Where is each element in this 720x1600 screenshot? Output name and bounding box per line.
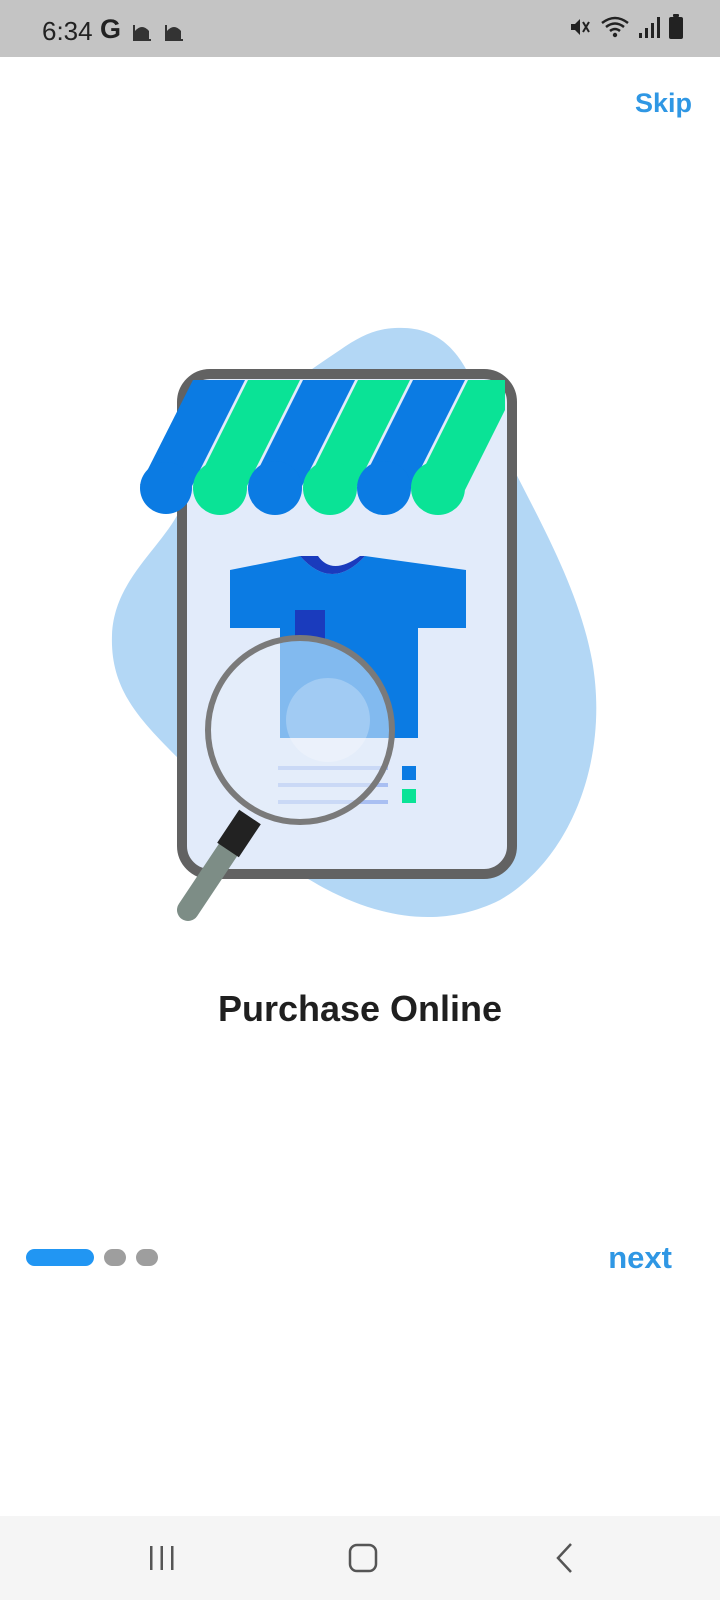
status-bar: 6:34 G bbox=[0, 0, 720, 57]
battery-icon bbox=[669, 14, 683, 39]
page-dot-active bbox=[26, 1249, 94, 1266]
recents-button[interactable] bbox=[132, 1538, 192, 1578]
navigation-bar bbox=[0, 1516, 720, 1600]
page-indicator bbox=[26, 1249, 158, 1266]
status-system-icons bbox=[568, 14, 684, 40]
status-notification-icons: G bbox=[100, 14, 185, 45]
page-dot bbox=[136, 1249, 158, 1266]
mosque-icon bbox=[133, 24, 152, 41]
home-button[interactable] bbox=[333, 1538, 393, 1578]
skip-button[interactable]: Skip bbox=[635, 88, 692, 119]
back-icon bbox=[556, 1543, 572, 1573]
onboarding-title: Purchase Online bbox=[217, 988, 503, 1029]
mute-icon bbox=[571, 19, 590, 35]
mosque-icon bbox=[165, 24, 184, 41]
recents-icon bbox=[150, 1546, 174, 1570]
signal-icon bbox=[639, 17, 660, 38]
back-button[interactable] bbox=[535, 1538, 595, 1578]
next-button[interactable]: next bbox=[608, 1240, 672, 1276]
shop-search-illustration bbox=[111, 327, 597, 921]
wifi-icon bbox=[601, 16, 629, 38]
status-time: 6:34 bbox=[42, 16, 93, 46]
page-dot bbox=[104, 1249, 126, 1266]
google-icon: G bbox=[100, 14, 122, 44]
home-icon bbox=[348, 1543, 378, 1573]
